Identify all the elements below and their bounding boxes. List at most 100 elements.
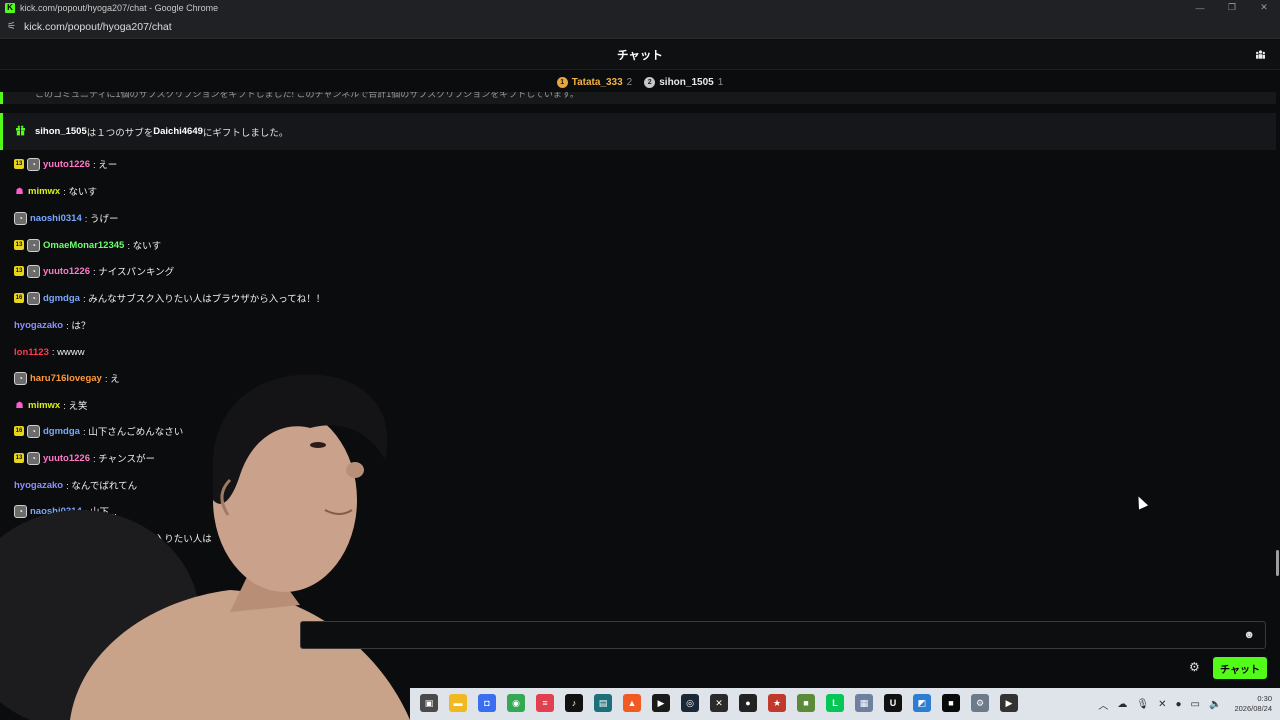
user-badge-icon: ◔ bbox=[27, 451, 40, 465]
chat-message-text: : は？ bbox=[66, 321, 91, 332]
subscriber-badge-icon: 13 bbox=[14, 159, 24, 169]
chat-username[interactable]: dgmdga bbox=[43, 533, 80, 544]
display-icon[interactable]: ▭ bbox=[1191, 699, 1200, 710]
brave-icon[interactable]: ▲ bbox=[623, 694, 641, 712]
user-badge-icon: ◔ bbox=[27, 291, 40, 305]
gift-icon bbox=[15, 125, 26, 139]
event-text: このコミュニティに1個のサブスクリプションをギフトしました! このチャンネルで合… bbox=[35, 92, 580, 99]
clock[interactable]: 0:30 2026/08/24 bbox=[1234, 694, 1272, 714]
media-player-icon[interactable]: ▶ bbox=[1000, 694, 1018, 712]
cloud-icon[interactable]: ● bbox=[1176, 699, 1182, 710]
emoji-icon[interactable]: ☻ bbox=[1243, 629, 1255, 641]
taskbar: ▣ ▬ ◘ ◉ ≡ ♪ ▤ ▲ ▶ ◎ ✕ ● ★ ■ L ▦ U ◩ ■ ⚙ ▶ ︿ ☁ 🎙 ✕ ● ▭ 🔈 0:30… bbox=[410, 688, 1280, 720]
chat-username[interactable]: yuuto1226 bbox=[43, 266, 90, 277]
close-icon[interactable]: ✕ bbox=[1158, 699, 1166, 710]
maximize-button[interactable]: ❐ bbox=[1216, 0, 1248, 15]
chat-message: 13 ◔ OmaeMonar12345: ないす bbox=[14, 238, 161, 252]
chat-message: 13 ◔ yuuto1226: チャンスがー bbox=[14, 451, 155, 465]
chevron-up-icon[interactable]: ︿ bbox=[1098, 697, 1108, 712]
window-titlebar: K kick.com/popout/hyoga207/chat - Google… bbox=[0, 0, 1280, 15]
chat-message-text: : ないす bbox=[63, 187, 97, 198]
site-info-icon[interactable]: ⚟ bbox=[7, 21, 19, 32]
tiktok-icon[interactable]: ♪ bbox=[565, 694, 583, 712]
special-badge-icon: ☗ bbox=[15, 399, 24, 410]
chat-username[interactable]: mimwx bbox=[28, 186, 60, 197]
send-chat-button[interactable]: チャット bbox=[1213, 657, 1267, 679]
minimize-button[interactable]: — bbox=[1184, 0, 1216, 15]
chat-message: ◔ naoshi0314: 山下... bbox=[14, 504, 117, 518]
users-icon[interactable] bbox=[1255, 49, 1266, 63]
gifter-username[interactable]: sihon_1505 bbox=[35, 126, 87, 137]
chat-username[interactable]: haru716lovegay bbox=[30, 373, 102, 384]
app-blue-icon[interactable]: ◘ bbox=[478, 694, 496, 712]
chat-username[interactable]: dgmdga bbox=[43, 293, 80, 304]
chat-username[interactable]: lon1123 bbox=[14, 347, 49, 358]
recipient-username[interactable]: Daichi4649 bbox=[153, 126, 203, 137]
steam-icon[interactable]: ◎ bbox=[681, 694, 699, 712]
chat-message-text: : 山下... bbox=[84, 507, 117, 518]
mouse-cursor-icon bbox=[1133, 494, 1149, 510]
special-badge-icon: ☗ bbox=[15, 185, 24, 196]
chat-username[interactable]: hyogazako bbox=[14, 480, 63, 491]
file-explorer-icon[interactable]: ▬ bbox=[449, 694, 467, 712]
app-teal-icon[interactable]: ▤ bbox=[594, 694, 612, 712]
chat-input-box[interactable]: ☻ bbox=[300, 621, 1266, 649]
app-image-icon[interactable]: ◩ bbox=[913, 694, 931, 712]
chat-message: hyogazako: は？ bbox=[14, 318, 91, 333]
chrome-icon[interactable]: ◉ bbox=[507, 694, 525, 712]
chat-username[interactable]: dgmdga bbox=[43, 426, 80, 437]
onedrive-icon[interactable]: ☁ bbox=[1117, 699, 1127, 710]
chat-message-text: : 山下さんごめんなさい bbox=[82, 427, 184, 438]
chat-message: 16 ◔ dgmdga: 山下さんごめんなさい bbox=[14, 424, 183, 438]
chat-username[interactable]: mimwx bbox=[28, 400, 60, 411]
chat-message-text: : うげー bbox=[84, 214, 119, 225]
gifter-count: 2 bbox=[626, 76, 633, 88]
top-gifter-2[interactable]: 2 sihon_1505 1 bbox=[644, 76, 723, 88]
subscriber-badge-icon: 13 bbox=[14, 240, 24, 250]
task-view-icon[interactable]: ▣ bbox=[420, 694, 438, 712]
app-red-icon[interactable]: ≡ bbox=[536, 694, 554, 712]
clock-time: 0:30 bbox=[1257, 694, 1272, 703]
chat-message-text: : えー bbox=[93, 160, 118, 171]
speaker-icon[interactable]: 🔈 bbox=[1209, 699, 1221, 710]
app-black-icon[interactable]: ■ bbox=[942, 694, 960, 712]
settings-icon[interactable]: ⚙ bbox=[971, 694, 989, 712]
chat-username[interactable]: yuuto1226 bbox=[43, 159, 90, 170]
gold-medal-icon: 1 bbox=[556, 76, 568, 88]
top-gifter-1[interactable]: 1 Tatata_333 2 bbox=[556, 76, 633, 88]
app-dark-icon[interactable]: ✕ bbox=[710, 694, 728, 712]
user-badge-icon: ◔ bbox=[27, 424, 40, 438]
chat-username[interactable]: yuuto1226 bbox=[43, 453, 90, 464]
window-title: kick.com/popout/hyoga207/chat - Google C… bbox=[20, 2, 219, 13]
microphone-icon[interactable]: 🎙 bbox=[1136, 699, 1149, 710]
app-badge-icon[interactable]: ▦ bbox=[855, 694, 873, 712]
gift-text-middle: は１つのサブを bbox=[86, 127, 154, 139]
app-green-icon[interactable]: ▶ bbox=[652, 694, 670, 712]
chat-message-text: : だれ bbox=[93, 561, 118, 572]
url-text[interactable]: kick.com/popout/hyoga207/chat bbox=[24, 21, 172, 33]
chat-username[interactable]: OmaeMonar12345 bbox=[43, 240, 124, 251]
subscriber-badge-icon: 16 bbox=[14, 533, 24, 543]
chat-message: 13 ◔ yuuto1226: えー bbox=[14, 157, 117, 171]
user-badge-icon: ◔ bbox=[27, 157, 40, 171]
obs-icon[interactable]: ● bbox=[739, 694, 757, 712]
close-button[interactable]: ✕ bbox=[1248, 0, 1280, 15]
minecraft-icon[interactable]: ■ bbox=[797, 694, 815, 712]
chat-scrollbar[interactable] bbox=[1276, 550, 1279, 576]
chat-message-text: : え bbox=[104, 374, 120, 385]
chat-message-text: : え笑 bbox=[63, 401, 88, 412]
line-icon[interactable]: L bbox=[826, 694, 844, 712]
chat-message-text: : なんでばれてん bbox=[66, 481, 138, 492]
chat-username[interactable]: yuuto1226 bbox=[43, 560, 90, 571]
gifter-name: Tatata_333 bbox=[571, 76, 623, 88]
unreal-icon[interactable]: U bbox=[884, 694, 902, 712]
chat-username[interactable]: naoshi0314 bbox=[30, 506, 82, 517]
clock-date: 2026/08/24 bbox=[1234, 704, 1272, 713]
chat-username[interactable]: naoshi0314 bbox=[30, 213, 82, 224]
gift-text-suffix: にギフトしました。 bbox=[202, 127, 289, 139]
gear-icon[interactable]: ⚙ bbox=[1189, 660, 1200, 674]
chat-input[interactable] bbox=[301, 622, 1265, 648]
chat-username[interactable]: hyogazako bbox=[14, 320, 63, 331]
app-note-icon[interactable]: ★ bbox=[768, 694, 786, 712]
chat-message: hyogazako: なんでばれてん bbox=[14, 478, 138, 493]
